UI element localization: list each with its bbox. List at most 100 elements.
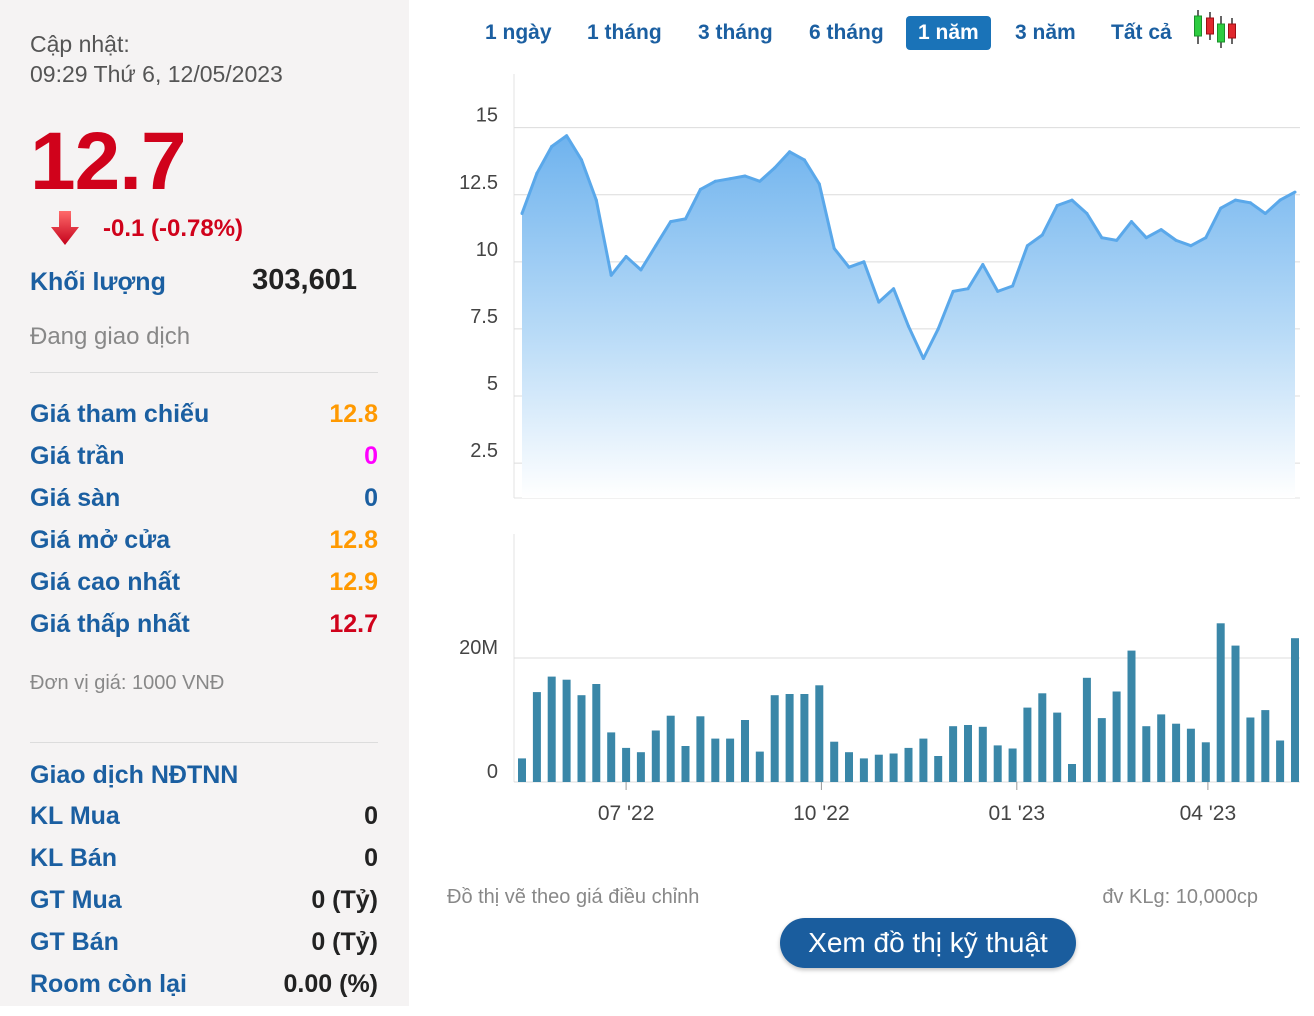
foreign-row-label: GT Bán xyxy=(30,928,119,956)
volume-label: Khối lượng xyxy=(30,268,166,296)
foreign-row-value: 0.00 (%) xyxy=(283,970,378,998)
volume-bar xyxy=(1008,748,1017,782)
foreign-row-sell-volume: KL Bán 0 xyxy=(30,844,378,876)
tab-1-month[interactable]: 1 tháng xyxy=(575,16,674,50)
price-point xyxy=(580,158,583,162)
volume-bar xyxy=(1023,707,1032,782)
price-point xyxy=(1144,236,1148,240)
price-row-reference: Giá tham chiếu 12.8 xyxy=(30,400,378,432)
price-point xyxy=(981,263,985,266)
price-point xyxy=(758,179,762,183)
price-point xyxy=(1293,190,1297,194)
foreign-row-label: KL Mua xyxy=(30,802,120,830)
price-point xyxy=(1248,201,1252,205)
divider xyxy=(30,372,378,373)
price-point xyxy=(1278,198,1282,202)
price-point xyxy=(1085,212,1089,215)
price-row-high: Giá cao nhất 12.9 xyxy=(30,568,378,600)
price-point xyxy=(877,300,881,304)
price-point xyxy=(1130,220,1133,224)
price-row-label: Giá tham chiếu xyxy=(30,400,210,428)
volume-bar xyxy=(964,725,972,782)
volume-bar xyxy=(622,747,631,782)
price-row-value: 12.7 xyxy=(329,610,378,638)
price-point xyxy=(1025,244,1029,248)
current-price: 12.7 xyxy=(30,116,187,207)
tab-1-day[interactable]: 1 ngày xyxy=(473,16,564,50)
price-point xyxy=(892,287,896,291)
price-point xyxy=(624,255,628,258)
price-point xyxy=(802,158,806,162)
volume-bar xyxy=(726,738,735,782)
price-point xyxy=(654,244,658,248)
price-row-open: Giá mở cửa 12.8 xyxy=(30,526,378,558)
price-point xyxy=(1055,204,1059,207)
volume-bar xyxy=(577,695,586,782)
volume-bar xyxy=(518,758,526,782)
volume-bar xyxy=(1291,638,1299,782)
volume-bar xyxy=(815,685,824,782)
tab-3-months[interactable]: 3 tháng xyxy=(686,16,785,50)
technical-chart-button[interactable]: Xem đồ thị kỹ thuật xyxy=(780,918,1076,968)
price-point xyxy=(1189,244,1193,248)
volume-bar xyxy=(830,741,839,782)
volume-bar xyxy=(1172,723,1181,782)
volume-bar xyxy=(696,716,705,782)
tab-6-months[interactable]: 6 tháng xyxy=(797,16,896,50)
x-tick-label: 10 '22 xyxy=(793,802,850,825)
down-arrow-icon xyxy=(51,211,79,245)
volume-bar xyxy=(770,695,779,782)
price-row-floor: Giá sàn 0 xyxy=(30,484,378,516)
foreign-row-label: KL Bán xyxy=(30,844,118,872)
price-point xyxy=(743,174,747,178)
volume-bar xyxy=(904,747,913,782)
volume-bar xyxy=(666,715,675,782)
volume-bar xyxy=(1231,645,1240,782)
volume-bar xyxy=(919,738,928,782)
foreign-row-room: Room còn lại 0.00 (%) xyxy=(30,970,378,1002)
price-row-value: 0 xyxy=(364,442,378,470)
volume-bar xyxy=(993,745,1002,782)
price-row-label: Giá mở cửa xyxy=(30,526,171,554)
volume-value: 303,601 xyxy=(252,264,357,296)
volume-bar xyxy=(934,756,943,782)
volume-bar xyxy=(636,752,645,782)
x-tick-label: 07 '22 xyxy=(598,802,655,825)
price-point xyxy=(996,289,1000,293)
price-point xyxy=(921,357,925,360)
price-row-value: 12.8 xyxy=(329,526,378,554)
foreign-row-value: 0 (Tỷ) xyxy=(311,928,378,956)
volume-bar xyxy=(562,679,571,782)
price-point xyxy=(728,177,732,181)
price-point xyxy=(1204,236,1208,240)
stock-info-panel: Cập nhật: 09:29 Thứ 6, 12/05/2023 12.7 -… xyxy=(0,0,409,1006)
volume-bar xyxy=(1053,712,1062,782)
volume-bar xyxy=(1082,677,1091,782)
volume-bar xyxy=(592,684,601,782)
volume-bar xyxy=(1157,714,1166,782)
tab-all[interactable]: Tất cả xyxy=(1099,16,1184,50)
volume-bar xyxy=(1142,726,1151,782)
price-tick-label: 2.5 xyxy=(470,440,498,462)
volume-bar xyxy=(1246,717,1255,782)
price-area-fill xyxy=(522,135,1295,498)
foreign-row-label: GT Mua xyxy=(30,886,122,914)
foreign-row-sell-value: GT Bán 0 (Tỷ) xyxy=(30,928,378,960)
volume-bar xyxy=(1112,691,1121,782)
price-point xyxy=(1040,233,1044,237)
tab-1-year[interactable]: 1 năm xyxy=(906,16,991,50)
tab-3-years[interactable]: 3 năm xyxy=(1003,16,1088,50)
foreign-row-value: 0 xyxy=(364,802,378,830)
volume-bar xyxy=(1038,693,1047,782)
price-point xyxy=(1159,228,1163,232)
candlestick-chart-icon[interactable] xyxy=(1190,8,1238,50)
price-point xyxy=(1115,238,1119,242)
volume-bar xyxy=(1068,764,1076,782)
price-volume-chart: 2.5 5 7.5 10 12.5 15 0 20M 07 '22 10 '22 01 '23 0… xyxy=(459,74,1300,825)
price-tick-label: 7.5 xyxy=(470,306,498,328)
volume-tick-label: 0 xyxy=(487,761,498,783)
price-tick-label: 12.5 xyxy=(459,172,498,194)
volume-bar xyxy=(711,738,720,782)
volume-bar xyxy=(800,694,809,782)
price-point xyxy=(684,217,687,221)
